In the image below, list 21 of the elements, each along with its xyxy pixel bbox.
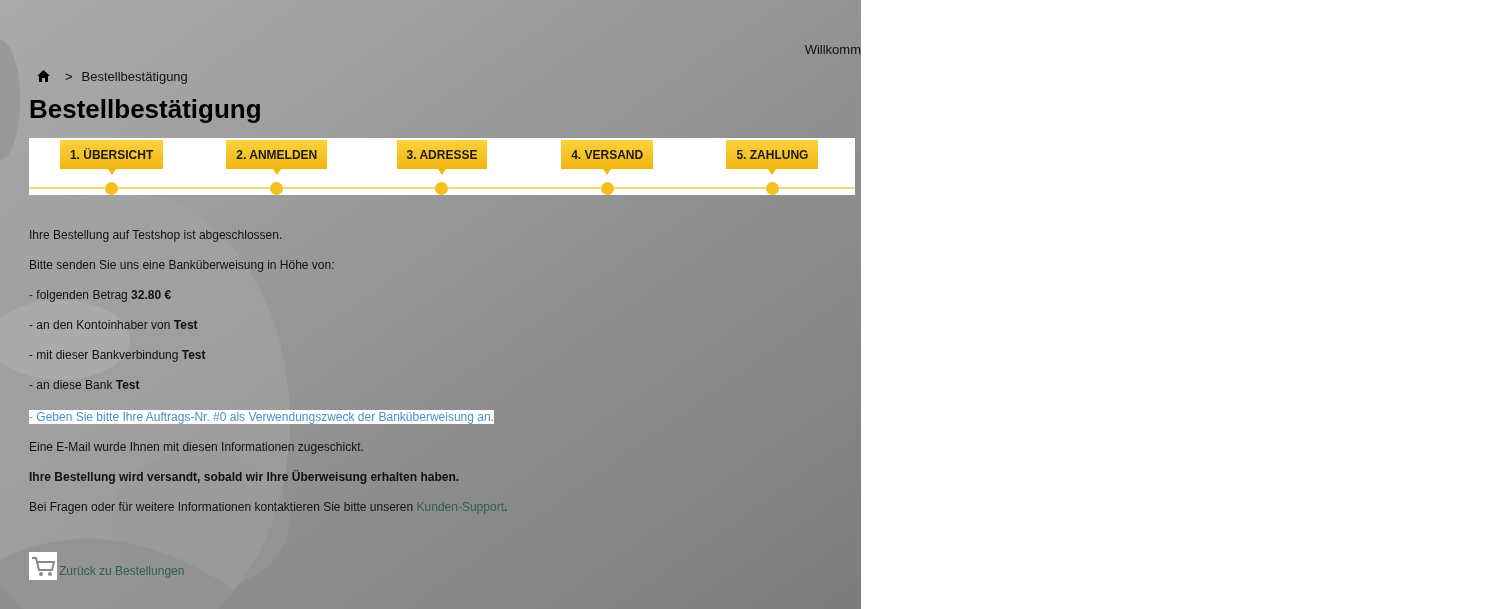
cart-icon[interactable]: [29, 552, 57, 580]
support-text: Bei Fragen oder für weitere Informationen kontaktieren Sie bitte unseren Kunden-Support.: [29, 500, 509, 515]
info-text: Ihre Bestellung auf Testshop ist abgeschlossen.: [29, 228, 284, 243]
step-label[interactable]: 5. ZAHLUNG: [726, 140, 819, 169]
highlighted-note: - Geben Sie bitte Ihre Auftrags-Nr. #0 als Verwendungszweck der Banküberweisung an.: [29, 410, 494, 424]
welcome-text: Willkomm: [804, 41, 861, 59]
info-text: Eine E-Mail wurde Ihnen mit diesen Informationen zugeschickt.: [29, 440, 365, 455]
info-text: - an den Kontoinhaber von Test: [29, 318, 199, 333]
info-text: - folgenden Betrag 32.80 €: [29, 288, 173, 303]
info-text: Bitte senden Sie uns eine Banküberweisung in Höhe von:: [29, 258, 336, 273]
step-label[interactable]: 4. VERSAND: [561, 140, 654, 169]
step-label[interactable]: 2. ANMELDEN: [226, 140, 328, 169]
home-icon[interactable]: [37, 70, 50, 83]
breadcrumb-separator: >: [65, 67, 73, 86]
shipping-note: Ihre Bestellung wird versandt, sobald wir Ihre Überweisung erhalten haben.: [29, 470, 461, 485]
info-text: - an diese Bank Test: [29, 378, 141, 393]
step-label[interactable]: 3. ADRESSE: [396, 140, 488, 169]
info-text: - mit dieser Bankverbindung Test: [29, 348, 207, 363]
breadcrumb-current: Bestellbestätigung: [81, 67, 188, 86]
page-title: Bestellbestätigung: [29, 94, 263, 124]
step-label[interactable]: 1. ÜBERSICHT: [59, 140, 164, 169]
